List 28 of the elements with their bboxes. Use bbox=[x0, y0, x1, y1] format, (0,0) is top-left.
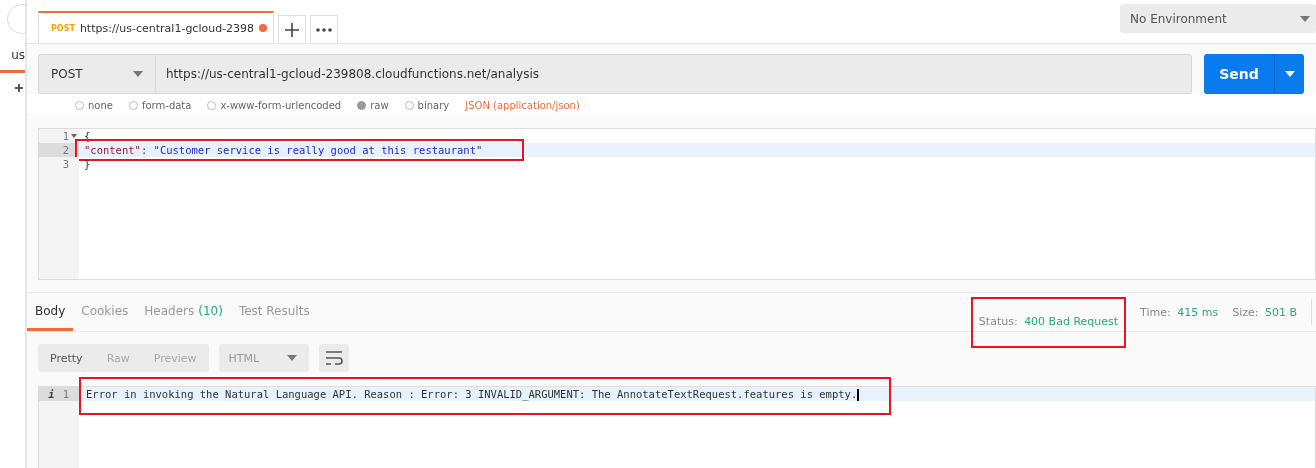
response-tab[interactable]: Body bbox=[27, 293, 74, 331]
size-info: Size: 501 B bbox=[1232, 305, 1297, 319]
more-icon bbox=[316, 27, 333, 32]
time-info: Time: 415 ms bbox=[1140, 305, 1219, 319]
send-button[interactable]: Send bbox=[1204, 54, 1274, 94]
plus-icon bbox=[285, 22, 300, 37]
request-tab[interactable]: POST https://us-central1-gcloud-2398 bbox=[38, 11, 275, 43]
method-dropdown[interactable]: POST bbox=[38, 54, 155, 94]
wrap-lines-button[interactable] bbox=[318, 344, 349, 372]
fold-icon[interactable] bbox=[71, 134, 77, 138]
body-type-radio[interactable]: x-www-form-urlencoded bbox=[207, 99, 342, 111]
new-tab-button[interactable] bbox=[278, 15, 307, 43]
body-type-radio[interactable]: binary bbox=[404, 99, 450, 111]
response-text: Error in invoking the Natural Language API. Reason : Error: 3 INVALID_ARGUMENT: The AnnotateTextRequest.features is empty. bbox=[79, 377, 892, 415]
send-options-button[interactable] bbox=[1274, 54, 1304, 94]
sidebar-tab[interactable]: us bbox=[0, 42, 25, 73]
view-mode-button[interactable]: Pretty bbox=[38, 344, 95, 372]
line-number: i 1 bbox=[39, 387, 79, 401]
plus-icon[interactable] bbox=[15, 81, 25, 95]
body-type-radio[interactable]: raw bbox=[357, 99, 389, 111]
more-button[interactable] bbox=[310, 15, 339, 43]
line-number: 2 bbox=[39, 143, 79, 157]
body-type-radio[interactable]: none bbox=[75, 99, 113, 111]
body-type-radio[interactable]: form-data bbox=[128, 99, 192, 111]
url-field[interactable]: https://us-central1-gcloud-239808.cloudfunctions.net/analysis bbox=[155, 54, 1192, 94]
environment-dropdown[interactable]: No Environment bbox=[1120, 4, 1316, 33]
wrap-lines-icon bbox=[324, 351, 343, 365]
status-info: Status: 400 Bad Request bbox=[970, 296, 1127, 348]
